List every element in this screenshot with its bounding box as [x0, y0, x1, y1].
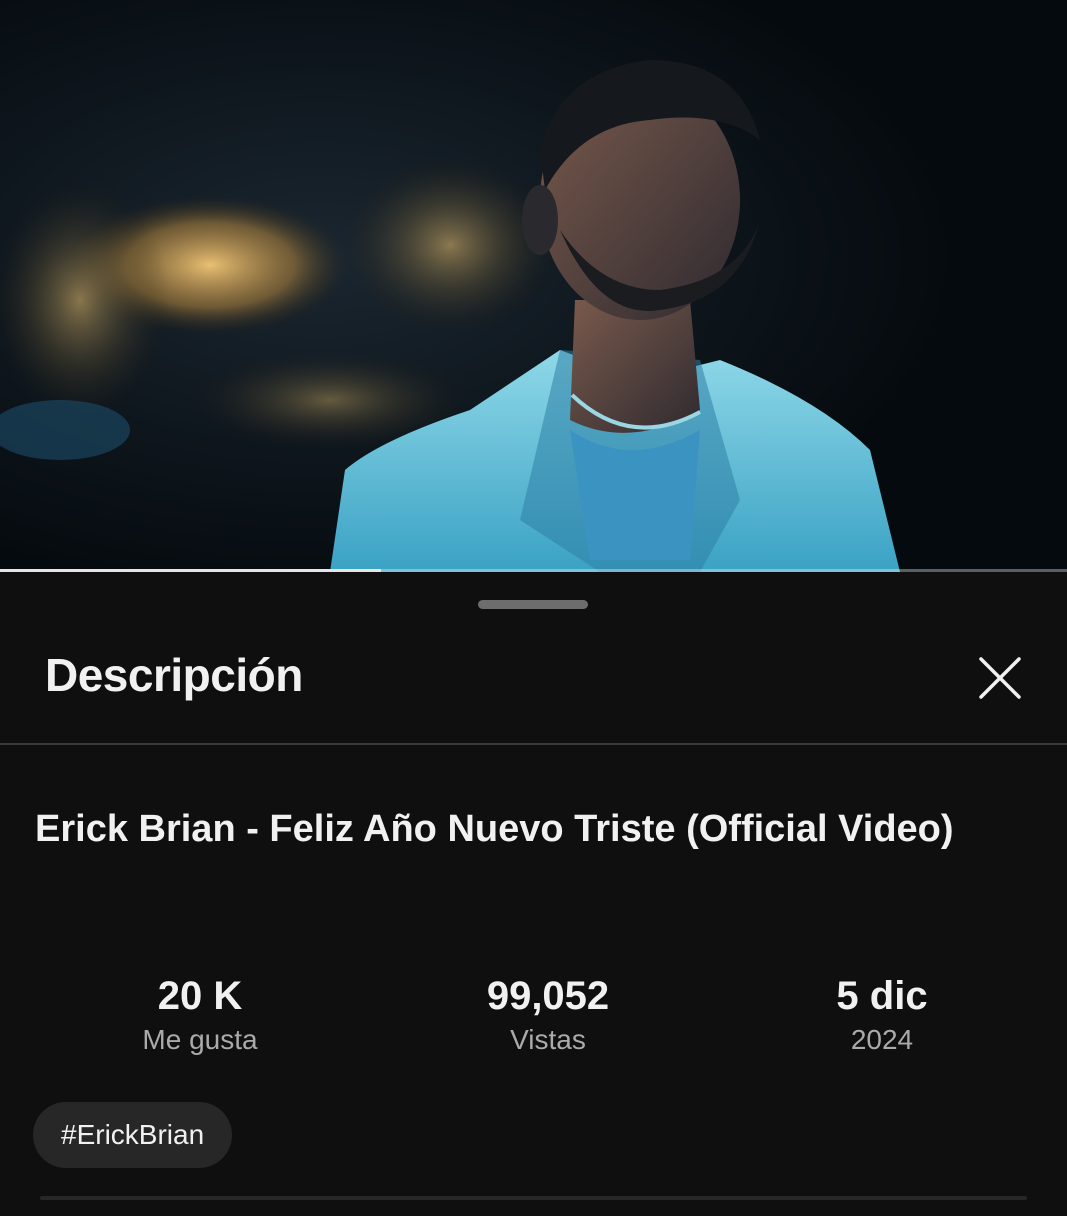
publish-date: 5 dic [836, 974, 928, 1018]
date-stat: 5 dic 2024 [732, 972, 1032, 1060]
views-stat: 99,052 Vistas [398, 972, 698, 1060]
bottom-divider [40, 1196, 1027, 1200]
description-sheet: Descripción Erick Brian - Feliz Año Nuev… [0, 576, 1067, 1216]
video-title: Erick Brian - Feliz Año Nuevo Triste (Of… [35, 808, 954, 850]
views-label: Vistas [510, 1024, 586, 1055]
likes-count: 20 K [157, 974, 243, 1018]
close-icon [979, 657, 1021, 699]
publish-year: 2024 [850, 1024, 914, 1055]
video-progress-bar[interactable] [0, 569, 1067, 572]
video-player[interactable] [0, 0, 1067, 572]
video-frame-image [0, 0, 1067, 572]
likes-stat: 20 K Me gusta [50, 972, 350, 1060]
views-count: 99,052 [486, 974, 610, 1018]
header-divider [0, 743, 1067, 745]
likes-label: Me gusta [142, 1024, 258, 1055]
drag-handle[interactable] [478, 600, 588, 609]
video-progress-fill [0, 569, 381, 572]
hashtag-chip[interactable]: #ErickBrian [33, 1102, 233, 1168]
close-button[interactable] [970, 648, 1030, 708]
panel-title: Descripción [45, 649, 303, 701]
